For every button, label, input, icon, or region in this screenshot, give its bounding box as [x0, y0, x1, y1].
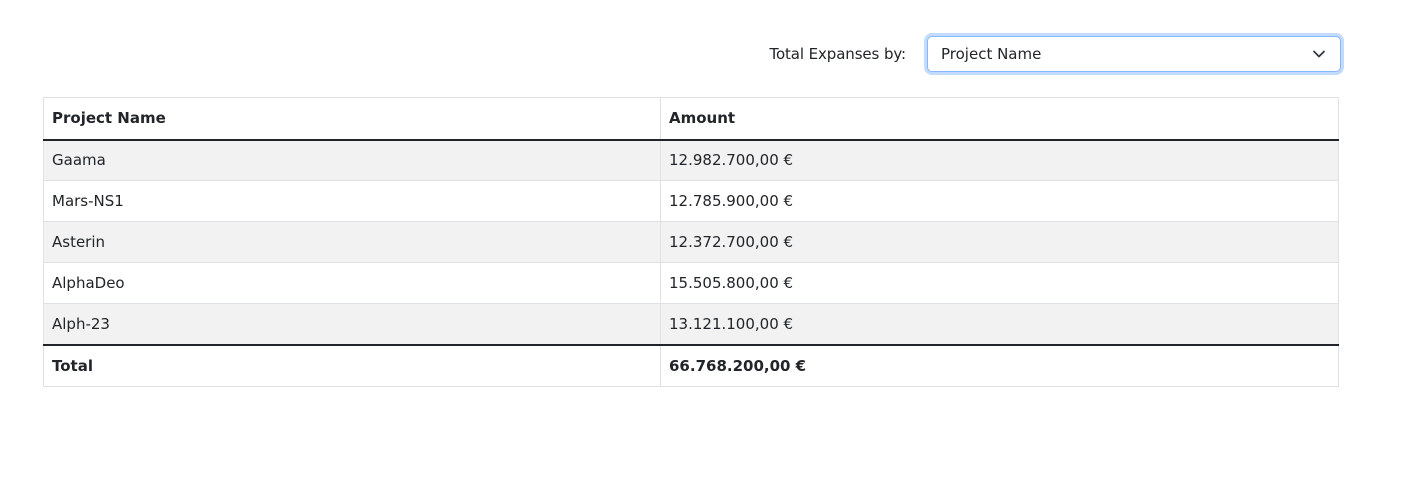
- column-header-amount: Amount: [660, 97, 1339, 141]
- expenses-table: Project Name Amount Gaama 12.982.700,00 …: [43, 97, 1339, 387]
- column-header-project-name: Project Name: [43, 97, 661, 141]
- group-by-selected-value: Project Name: [941, 45, 1042, 63]
- chevron-down-icon: [1312, 47, 1326, 61]
- group-by-select[interactable]: Project Name: [927, 36, 1341, 72]
- project-name-cell: Asterin: [43, 221, 661, 263]
- table-footer: Total 66.768.200,00 €: [43, 343, 1339, 387]
- amount-cell: 12.785.900,00 €: [660, 180, 1339, 222]
- table-header: Project Name Amount: [43, 97, 1339, 141]
- amount-cell: 15.505.800,00 €: [660, 262, 1339, 304]
- filter-bar: Total Expanses by: Project Name: [0, 34, 1341, 74]
- filter-label: Total Expanses by:: [769, 45, 906, 63]
- project-name-cell: Alph-23: [43, 303, 661, 345]
- project-name-cell: Mars-NS1: [43, 180, 661, 222]
- amount-cell: 12.372.700,00 €: [660, 221, 1339, 263]
- total-amount: 66.768.200,00 €: [660, 343, 1339, 387]
- project-name-cell: Gaama: [43, 139, 661, 181]
- table-row: Asterin 12.372.700,00 €: [43, 221, 1339, 263]
- table-row: AlphaDeo 15.505.800,00 €: [43, 262, 1339, 304]
- amount-cell: 12.982.700,00 €: [660, 139, 1339, 181]
- amount-cell: 13.121.100,00 €: [660, 303, 1339, 345]
- table-row: Gaama 12.982.700,00 €: [43, 139, 1339, 181]
- table-row: Alph-23 13.121.100,00 €: [43, 303, 1339, 345]
- project-name-cell: AlphaDeo: [43, 262, 661, 304]
- table-body: Gaama 12.982.700,00 € Mars-NS1 12.785.90…: [43, 139, 1339, 345]
- table-row: Mars-NS1 12.785.900,00 €: [43, 180, 1339, 222]
- total-label: Total: [43, 343, 661, 387]
- header-row: Project Name Amount: [43, 97, 1339, 141]
- total-row: Total 66.768.200,00 €: [43, 343, 1339, 387]
